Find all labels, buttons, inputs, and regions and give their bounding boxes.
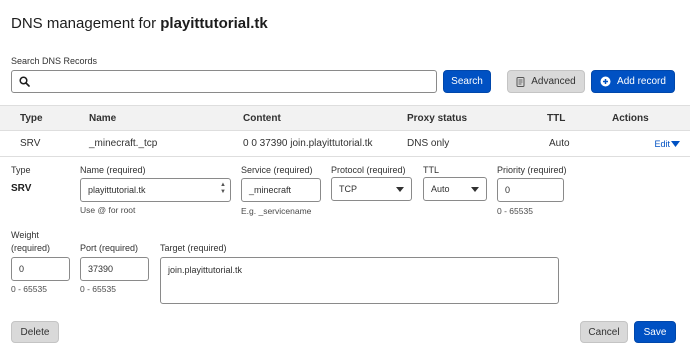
- table-header: Type Name Content Proxy status TTL Actio…: [0, 105, 690, 131]
- cancel-button-label: Cancel: [588, 326, 620, 338]
- record-ttl: Auto: [549, 138, 570, 149]
- service-hint: E.g. _servicename: [241, 206, 312, 216]
- column-header-name: Name: [89, 113, 117, 124]
- ttl-select-value: Auto: [431, 184, 450, 194]
- advanced-button-label: Advanced: [531, 76, 576, 87]
- target-textarea[interactable]: join.playittutorial.tk: [160, 257, 559, 304]
- page-title-prefix: DNS management for: [11, 15, 157, 32]
- search-label: Search DNS Records: [11, 56, 98, 66]
- weight-input-value: 0: [19, 264, 25, 274]
- port-input[interactable]: 37390: [80, 257, 149, 281]
- protocol-select-value: TCP: [339, 184, 357, 194]
- target-textarea-value: join.playittutorial.tk: [168, 265, 243, 275]
- weight-label-required: (required): [11, 243, 51, 253]
- search-icon: [19, 76, 30, 87]
- type-value: SRV: [11, 183, 32, 194]
- column-header-ttl: TTL: [547, 113, 566, 124]
- column-header-actions: Actions: [612, 113, 649, 124]
- delete-button-label: Delete: [20, 326, 50, 338]
- search-input[interactable]: [11, 70, 437, 93]
- advanced-button[interactable]: Advanced: [507, 70, 585, 93]
- search-button[interactable]: Search: [443, 70, 491, 93]
- page-title: DNS management for playittutorial.tk: [11, 15, 268, 32]
- record-proxy-status: DNS only: [407, 138, 450, 149]
- priority-label: Priority (required): [497, 165, 567, 175]
- chevron-down-icon: [471, 187, 479, 192]
- ttl-select[interactable]: Auto: [423, 177, 487, 201]
- weight-input[interactable]: 0: [11, 257, 70, 281]
- add-record-button-label: Add record: [617, 76, 666, 87]
- priority-hint: 0 - 65535: [497, 206, 533, 216]
- save-button[interactable]: Save: [634, 321, 676, 343]
- search-button-label: Search: [451, 76, 483, 87]
- service-input[interactable]: _minecraft: [241, 178, 321, 202]
- delete-button[interactable]: Delete: [11, 321, 59, 343]
- edit-record-link[interactable]: Edit: [654, 139, 680, 149]
- add-record-button[interactable]: Add record: [591, 70, 675, 93]
- column-header-content: Content: [243, 113, 281, 124]
- spinner-icon[interactable]: ▲ ▼: [220, 182, 226, 196]
- document-icon: [516, 76, 525, 87]
- priority-input-value: 0: [505, 185, 511, 195]
- column-header-type: Type: [20, 113, 43, 124]
- port-hint: 0 - 65535: [80, 284, 116, 294]
- ttl-label: TTL: [423, 165, 440, 175]
- port-label: Port (required): [80, 243, 139, 253]
- name-hint: Use @ for root: [80, 205, 136, 215]
- table-row[interactable]: SRV _minecraft._tcp 0 0 37390 join.playi…: [0, 131, 690, 157]
- cancel-button[interactable]: Cancel: [580, 321, 628, 343]
- name-input[interactable]: playittutorial.tk ▲ ▼: [80, 178, 231, 202]
- service-label: Service (required): [241, 165, 313, 175]
- edit-record-label: Edit: [654, 139, 670, 149]
- record-content: 0 0 37390 join.playittutorial.tk: [243, 138, 373, 149]
- service-input-value: _minecraft: [249, 185, 292, 195]
- record-type: SRV: [20, 138, 41, 149]
- weight-label: Weight: [11, 230, 39, 240]
- type-label: Type: [11, 165, 31, 175]
- target-label: Target (required): [160, 243, 227, 253]
- column-header-proxy-status: Proxy status: [407, 113, 468, 124]
- caret-down-icon: [671, 141, 680, 147]
- record-name: _minecraft._tcp: [89, 138, 158, 149]
- protocol-label: Protocol (required): [331, 165, 406, 175]
- plus-circle-icon: [600, 76, 611, 87]
- domain-name: playittutorial.tk: [160, 15, 268, 32]
- weight-hint: 0 - 65535: [11, 284, 47, 294]
- chevron-down-icon: [396, 187, 404, 192]
- save-button-label: Save: [643, 326, 667, 338]
- priority-input[interactable]: 0: [497, 178, 564, 202]
- port-input-value: 37390: [88, 264, 114, 274]
- name-label: Name (required): [80, 165, 146, 175]
- protocol-select[interactable]: TCP: [331, 177, 412, 201]
- name-input-value: playittutorial.tk: [88, 185, 146, 195]
